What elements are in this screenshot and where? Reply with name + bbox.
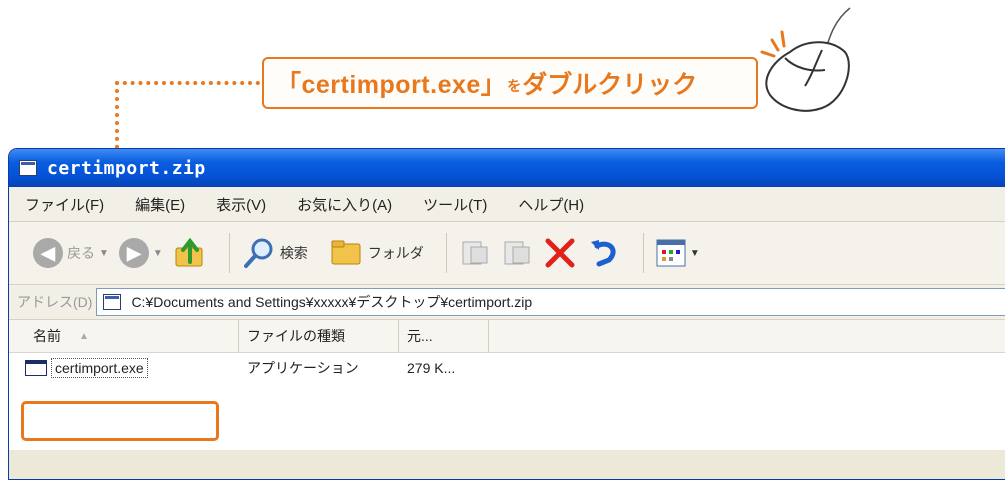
title-bar[interactable]: certimport.zip <box>9 149 1005 187</box>
callout-action: ダブルクリック <box>522 71 698 99</box>
callout-filename: 「certimport.exe」 <box>276 71 507 99</box>
copy-to-button[interactable] <box>501 237 533 269</box>
toolbar-separator <box>642 233 644 273</box>
delete-button[interactable] <box>543 236 577 270</box>
callout-particle: を <box>507 78 522 94</box>
column-original-label: 元... <box>407 328 433 344</box>
undo-button[interactable] <box>587 236 621 270</box>
views-icon <box>656 239 686 267</box>
toolbar-separator <box>228 233 230 273</box>
move-to-icon <box>462 241 488 265</box>
column-header-type[interactable]: ファイルの種類 <box>239 320 399 352</box>
menu-favorites[interactable]: お気に入り(A) <box>297 194 392 215</box>
forward-icon: ▶ <box>118 238 149 268</box>
column-header-original[interactable]: 元... <box>399 320 489 352</box>
address-value: C:¥Documents and Settings¥xxxxx¥デスクトップ¥c… <box>131 294 533 310</box>
menu-view[interactable]: 表示(V) <box>216 194 266 215</box>
address-bar: アドレス(D) C:¥Documents and Settings¥xxxxx¥… <box>9 285 1005 320</box>
delete-icon <box>545 238 575 268</box>
forward-button[interactable]: ▶ ▼ <box>118 238 163 268</box>
search-label: 検索 <box>279 245 308 261</box>
chevron-down-icon: ▼ <box>99 247 109 259</box>
folders-icon <box>331 240 361 265</box>
back-label: 戻る <box>67 245 95 261</box>
toolbar: ◀ 戻る ▼ ▶ ▼ 検索 フォルダ ▼ <box>9 222 1005 285</box>
file-type: アプリケーション <box>247 360 359 376</box>
file-name-cell[interactable]: certimport.exe <box>9 358 239 378</box>
up-folder-button[interactable] <box>173 236 207 270</box>
search-icon <box>243 238 273 268</box>
file-name[interactable]: certimport.exe <box>51 358 148 378</box>
copy-to-icon <box>504 241 530 265</box>
zip-folder-icon <box>19 160 37 176</box>
up-folder-icon <box>175 237 203 267</box>
window-title: certimport.zip <box>47 157 206 179</box>
mouse-icon <box>750 0 860 134</box>
exe-file-icon <box>25 360 47 376</box>
table-row[interactable]: certimport.exe アプリケーション 279 K... <box>9 352 489 384</box>
folders-label: フォルダ <box>367 245 424 261</box>
callout-leader-horizontal <box>115 81 260 85</box>
zip-folder-icon <box>103 294 122 310</box>
instruction-callout: 「certimport.exe」 を ダブルクリック <box>262 57 758 109</box>
menu-tools[interactable]: ツール(T) <box>423 194 487 215</box>
undo-icon <box>590 240 616 267</box>
list-header: 名前 ▲ ファイルの種類 元... <box>9 320 1005 353</box>
menu-help[interactable]: ヘルプ(H) <box>518 194 584 215</box>
menu-bar: ファイル(F) 編集(E) 表示(V) お気に入り(A) ツール(T) ヘルプ(… <box>9 187 1005 222</box>
folders-button[interactable]: フォルダ <box>330 238 424 268</box>
move-to-button[interactable] <box>459 237 491 269</box>
menu-edit[interactable]: 編集(E) <box>135 194 185 215</box>
column-name-label: 名前 <box>33 328 61 344</box>
menu-file[interactable]: ファイル(F) <box>25 194 104 215</box>
file-highlight-box <box>21 401 219 441</box>
toolbar-separator <box>445 233 447 273</box>
sort-arrow-icon: ▲ <box>79 330 89 342</box>
column-type-label: ファイルの種類 <box>247 328 345 344</box>
column-header-name[interactable]: 名前 ▲ <box>9 320 239 352</box>
back-button[interactable]: ◀ 戻る ▼ <box>33 238 109 268</box>
back-icon: ◀ <box>33 238 63 268</box>
file-size: 279 K... <box>407 360 456 376</box>
chevron-down-icon: ▼ <box>152 247 163 259</box>
views-button[interactable]: ▼ <box>656 239 700 267</box>
address-field[interactable]: C:¥Documents and Settings¥xxxxx¥デスクトップ¥c… <box>96 288 1005 316</box>
chevron-down-icon: ▼ <box>689 247 700 259</box>
search-button[interactable]: 検索 <box>242 236 308 270</box>
address-label: アドレス(D) <box>17 294 93 310</box>
